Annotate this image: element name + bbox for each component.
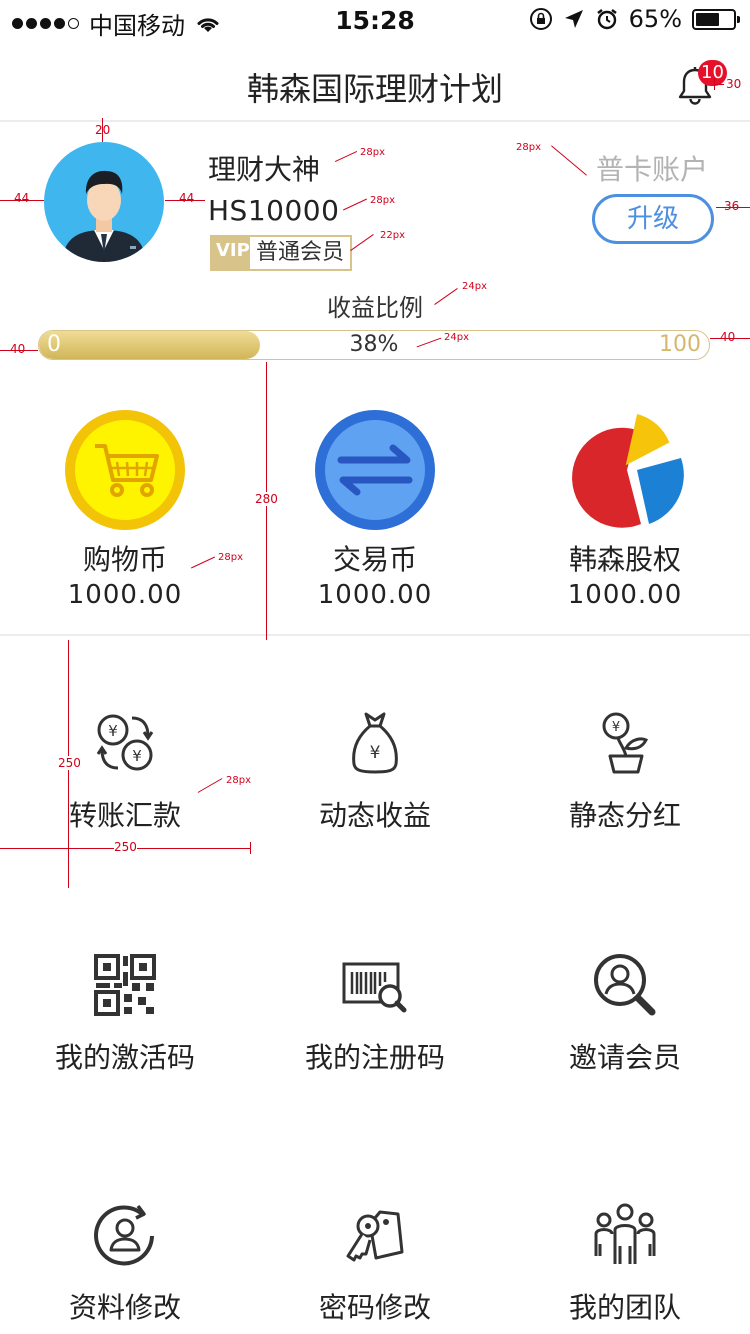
annotation-label: 28px bbox=[226, 775, 251, 786]
qr-code-icon bbox=[94, 954, 156, 1016]
shopping-coin-card[interactable]: 购物币 1000.00 bbox=[0, 410, 250, 612]
coin-value: 1000.00 bbox=[67, 580, 183, 610]
annotation-label: 28px bbox=[370, 195, 395, 206]
user-refresh-icon bbox=[94, 1204, 154, 1266]
user-id: HS10000 bbox=[208, 194, 340, 227]
svg-text:¥: ¥ bbox=[108, 722, 118, 740]
progress-max: 100 bbox=[659, 332, 701, 357]
annotation-label: 24px bbox=[444, 332, 469, 343]
location-arrow-icon bbox=[564, 10, 583, 28]
alarm-icon bbox=[596, 9, 617, 30]
battery-percent: 65% bbox=[628, 5, 682, 33]
coin-value: 1000.00 bbox=[567, 580, 683, 610]
earnings-ratio-title: 收益比例 bbox=[327, 294, 423, 322]
pie-chart-icon bbox=[572, 414, 684, 528]
menu-label: 动态收益 bbox=[318, 799, 431, 832]
vip-logo: VIP bbox=[212, 237, 250, 269]
barcode-search-icon bbox=[342, 962, 407, 1013]
menu-label: 我的激活码 bbox=[54, 1041, 195, 1074]
menu-label: 我的团队 bbox=[568, 1291, 681, 1324]
member-level: 普通会员 bbox=[256, 240, 345, 265]
key-tag-icon bbox=[346, 1210, 404, 1262]
avatar[interactable] bbox=[44, 142, 164, 262]
vip-member-badge: VIP 普通会员 bbox=[210, 235, 353, 271]
team-icon bbox=[594, 1203, 656, 1264]
menu-label: 邀请会员 bbox=[568, 1041, 681, 1074]
annotation-label: 44 bbox=[179, 191, 195, 205]
menu-item-static-dividend[interactable]: ¥ 静态分红 bbox=[500, 708, 750, 834]
annotation-label: 24px bbox=[462, 281, 487, 292]
menu-item-registration-code[interactable]: 我的注册码 bbox=[250, 950, 500, 1076]
menu-label: 资料修改 bbox=[68, 1291, 181, 1324]
menu-item-edit-profile[interactable]: 资料修改 bbox=[0, 1200, 250, 1326]
rotation-lock-icon bbox=[529, 8, 552, 30]
notification-badge: 10 bbox=[698, 60, 727, 86]
annotation-label: 250 bbox=[114, 840, 137, 854]
status-bar: 中国移动 15:28 65% bbox=[0, 0, 750, 40]
coin-name: 韩森股权 bbox=[568, 543, 681, 576]
menu-item-change-password[interactable]: 密码修改 bbox=[250, 1200, 500, 1326]
annotation-label: 22px bbox=[380, 230, 405, 241]
coin-name: 交易币 bbox=[332, 543, 417, 576]
menu-item-my-team[interactable]: 我的团队 bbox=[500, 1200, 750, 1326]
annotation-label: 250 bbox=[58, 756, 81, 770]
annotation-label: 30 bbox=[726, 77, 742, 91]
annotation-label: 28px bbox=[360, 147, 385, 158]
menu-item-activation-code[interactable]: 我的激活码 bbox=[0, 950, 250, 1076]
svg-text:¥: ¥ bbox=[370, 743, 381, 763]
annotation-label: 28px bbox=[516, 142, 541, 153]
earnings-progress-bar: 0 38% 100 bbox=[38, 330, 710, 360]
trading-coin-card[interactable]: 交易币 1000.00 bbox=[250, 410, 500, 612]
annotation-label: 40 bbox=[720, 330, 736, 344]
businessman-avatar-icon bbox=[62, 170, 146, 262]
annotation-label: 44 bbox=[14, 191, 30, 205]
currency-transfer-icon: ¥ ¥ bbox=[96, 714, 154, 771]
nav-bar: 韩森国际理财计划 bbox=[0, 44, 750, 122]
menu-item-dynamic-earnings[interactable]: ¥ 动态收益 bbox=[250, 708, 500, 834]
menu-label: 密码修改 bbox=[318, 1291, 431, 1324]
money-plant-icon: ¥ bbox=[602, 712, 649, 774]
svg-text:¥: ¥ bbox=[132, 747, 142, 765]
balances-section: 购物币 1000.00 交易币 1000.00 韩森股权 1000.00 bbox=[0, 362, 750, 636]
user-search-icon bbox=[594, 954, 656, 1016]
annotation-label: 36 bbox=[724, 199, 740, 213]
account-type: 普卡账户 bbox=[596, 153, 709, 186]
coin-name: 购物币 bbox=[82, 543, 167, 576]
annotation-label: 28px bbox=[218, 552, 243, 563]
battery-icon bbox=[692, 8, 740, 30]
equity-card[interactable]: 韩森股权 1000.00 bbox=[500, 410, 750, 612]
user-name: 理财大神 bbox=[208, 153, 321, 186]
annotation-label: 280 bbox=[255, 492, 278, 506]
progress-percent: 38% bbox=[349, 332, 399, 357]
menu-label: 静态分红 bbox=[568, 799, 681, 832]
menu-label: 我的注册码 bbox=[304, 1041, 445, 1074]
exchange-arrows-icon bbox=[315, 410, 435, 530]
page-title: 韩森国际理财计划 bbox=[246, 70, 503, 108]
upgrade-button[interactable]: 升级 bbox=[592, 194, 714, 244]
annotation-label: 20 bbox=[95, 123, 111, 137]
svg-text:¥: ¥ bbox=[612, 720, 620, 735]
coin-value: 1000.00 bbox=[317, 580, 433, 610]
menu-item-invite-member[interactable]: 邀请会员 bbox=[500, 950, 750, 1076]
money-bag-icon: ¥ bbox=[352, 712, 398, 774]
menu-label: 转账汇款 bbox=[68, 799, 181, 832]
annotation-label: 40 bbox=[10, 342, 26, 356]
shopping-cart-icon bbox=[65, 410, 185, 530]
menu-item-transfer[interactable]: ¥ ¥ 转账汇款 bbox=[0, 708, 250, 834]
